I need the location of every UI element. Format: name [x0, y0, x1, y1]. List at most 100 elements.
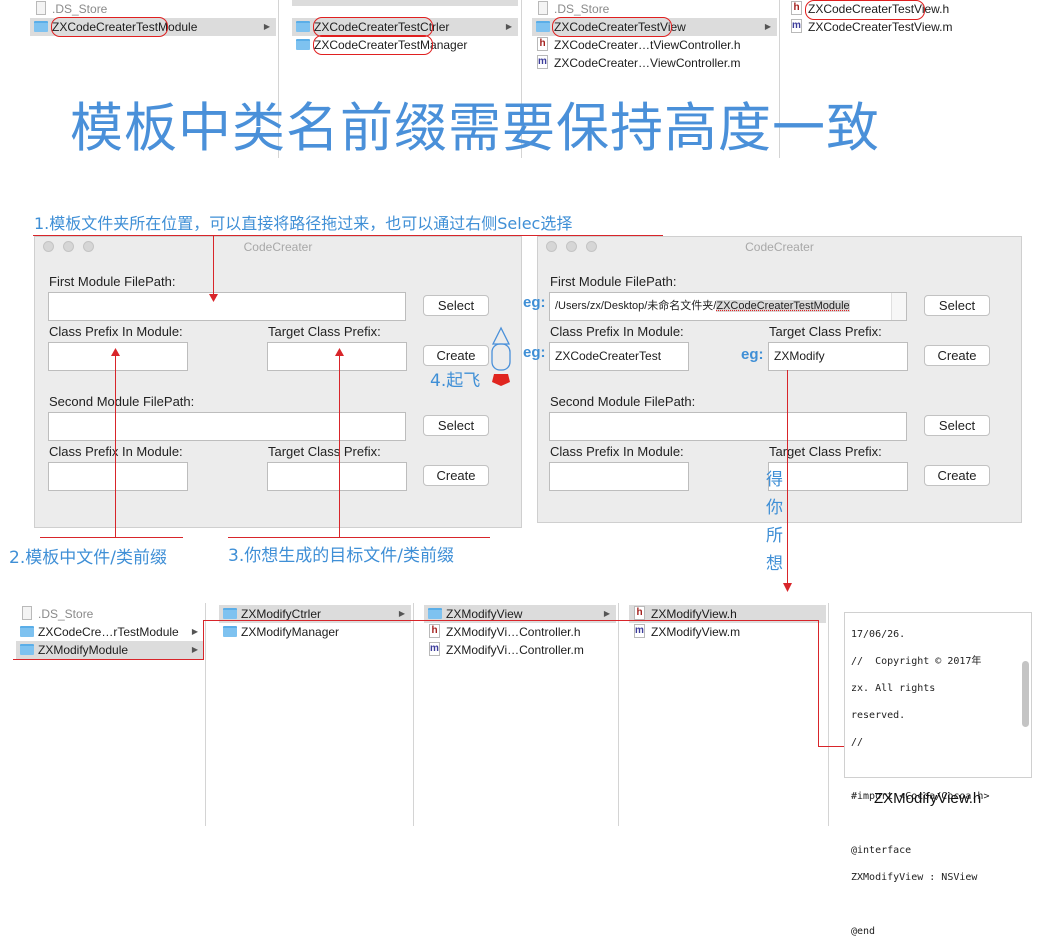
select-button[interactable]: Select [924, 295, 990, 316]
target-prefix-field[interactable] [267, 462, 407, 491]
arrow-down-icon [209, 294, 218, 302]
code-preview: 17/06/26. // Copyright © 2017年 zx. All r… [844, 612, 1032, 937]
list-item[interactable]: h ZXModifyVi…Controller.h [424, 623, 616, 641]
minimize-icon[interactable] [63, 241, 74, 252]
scrollbar-thumb[interactable] [1022, 661, 1029, 727]
first-module-path-field[interactable]: /Users/zx/Desktop/未命名文件夹/ZXCodeCreaterTe… [549, 292, 907, 321]
annotation-line [40, 537, 183, 538]
column-divider [413, 603, 414, 826]
create-button[interactable]: Create [423, 345, 489, 366]
char: 得 [766, 470, 783, 490]
list-item[interactable]: .DS_Store [16, 605, 204, 623]
target-prefix-label: Target Class Prefix: [769, 324, 882, 339]
arrow-down-icon [783, 583, 792, 592]
list-item[interactable]: .DS_Store [532, 0, 777, 18]
zoom-icon[interactable] [586, 241, 597, 252]
list-item[interactable]: ZXModifyManager [219, 623, 411, 641]
list-item[interactable]: m ZXModifyVi…Controller.m [424, 641, 616, 659]
file-icon [36, 1, 46, 15]
folder-icon [428, 608, 442, 619]
objc-file-icon: m [429, 642, 440, 656]
first-module-label: First Module FilePath: [550, 274, 677, 289]
objc-file-icon: m [634, 624, 645, 638]
list-item[interactable]: h ZXCodeCreater…tViewController.h [532, 36, 777, 54]
code-text: 17/06/26. // Copyright © 2017年 zx. All r… [851, 628, 990, 937]
class-prefix-field[interactable] [48, 342, 188, 371]
close-icon[interactable] [43, 241, 54, 252]
class-prefix-label: Class Prefix In Module: [550, 444, 684, 459]
folder-icon [296, 39, 310, 50]
target-prefix-label: Target Class Prefix: [268, 444, 381, 459]
annotation-line [228, 537, 490, 538]
minimize-icon[interactable] [566, 241, 577, 252]
first-module-label: First Module FilePath: [49, 274, 176, 289]
window-title: CodeCreater [745, 240, 814, 254]
char: 所 [766, 526, 783, 546]
class-prefix-field[interactable]: ZXCodeCreaterTest [549, 342, 689, 371]
chevron-right-icon: ▶ [191, 627, 198, 636]
second-module-path-field[interactable] [549, 412, 907, 441]
close-icon[interactable] [546, 241, 557, 252]
list-item[interactable]: m ZXCodeCreater…ViewController.m [532, 54, 777, 72]
target-prefix-field[interactable] [267, 342, 407, 371]
target-prefix-field[interactable]: ZXModify [768, 342, 908, 371]
objc-file-icon: m [791, 19, 802, 33]
annotation-line [115, 352, 116, 537]
target-prefix-field[interactable] [768, 462, 908, 491]
annotation-step2: 2.模板中文件/类前缀 [9, 548, 167, 568]
char: 想 [766, 554, 783, 574]
column-divider [618, 603, 619, 826]
class-prefix-label: Class Prefix In Module: [49, 324, 183, 339]
objc-file-icon: m [537, 55, 548, 69]
select-button[interactable]: Select [423, 295, 489, 316]
folder-icon [536, 21, 550, 32]
class-prefix-field[interactable] [549, 462, 689, 491]
second-module-path-field[interactable] [48, 412, 406, 441]
chevron-right-icon: ▶ [263, 22, 270, 31]
create-button[interactable]: Create [423, 465, 489, 486]
file-icon [538, 1, 548, 15]
annotation-line [203, 620, 204, 660]
annotation-get-what-you-want: 得 你 所 想 [766, 466, 783, 578]
highlight-oval [552, 17, 672, 37]
list-item[interactable]: ZXCodeCre…rTestModule ▶ [16, 623, 204, 641]
column-divider [205, 603, 206, 826]
eg-label: eg: [523, 344, 546, 361]
target-prefix-label: Target Class Prefix: [268, 324, 381, 339]
annotation-step3: 3.你想生成的目标文件/类前缀 [228, 546, 454, 566]
folder-icon [20, 644, 34, 655]
list-item-selected[interactable]: ZXModifyModule ▶ [16, 641, 204, 659]
annotation-step1: 1.模板文件夹所在位置，可以直接将路径拖过来，也可以通过右侧Selec选择 [34, 214, 573, 233]
file-icon [22, 606, 32, 620]
select-button[interactable]: Select [423, 415, 489, 436]
list-item[interactable]: m ZXCodeCreaterTestView.m [786, 18, 1010, 36]
char: 你 [766, 498, 783, 518]
list-item[interactable]: .DS_Store [30, 0, 276, 18]
path-text: /Users/zx/Desktop/未命名文件夹/ [555, 300, 717, 312]
arrow-up-icon [335, 348, 344, 356]
eg-label: eg: [523, 294, 546, 311]
folder-icon [34, 21, 48, 32]
chevron-right-icon: ▶ [764, 22, 771, 31]
header-file-icon: h [634, 606, 645, 620]
zoom-icon[interactable] [83, 241, 94, 252]
annotation-line [13, 659, 203, 660]
list-item[interactable]: m ZXModifyView.m [629, 623, 826, 641]
window-title: CodeCreater [243, 240, 313, 254]
list-item-partial [292, 0, 518, 6]
annotation-line [213, 236, 214, 298]
first-module-path-field[interactable] [48, 292, 406, 321]
header-file-icon: h [791, 1, 802, 15]
header-file-icon: h [429, 624, 440, 638]
create-button[interactable]: Create [924, 465, 990, 486]
highlight-oval [805, 0, 925, 20]
path-selected-text: ZXCodeCreaterTestModule [716, 300, 850, 312]
folder-icon [20, 626, 34, 637]
create-button[interactable]: Create [924, 345, 990, 366]
class-prefix-field[interactable] [48, 462, 188, 491]
annotation-line [339, 352, 340, 537]
select-button[interactable]: Select [924, 415, 990, 436]
eg-label: eg: [741, 346, 764, 363]
folder-icon [296, 21, 310, 32]
header-file-icon: h [537, 37, 548, 51]
